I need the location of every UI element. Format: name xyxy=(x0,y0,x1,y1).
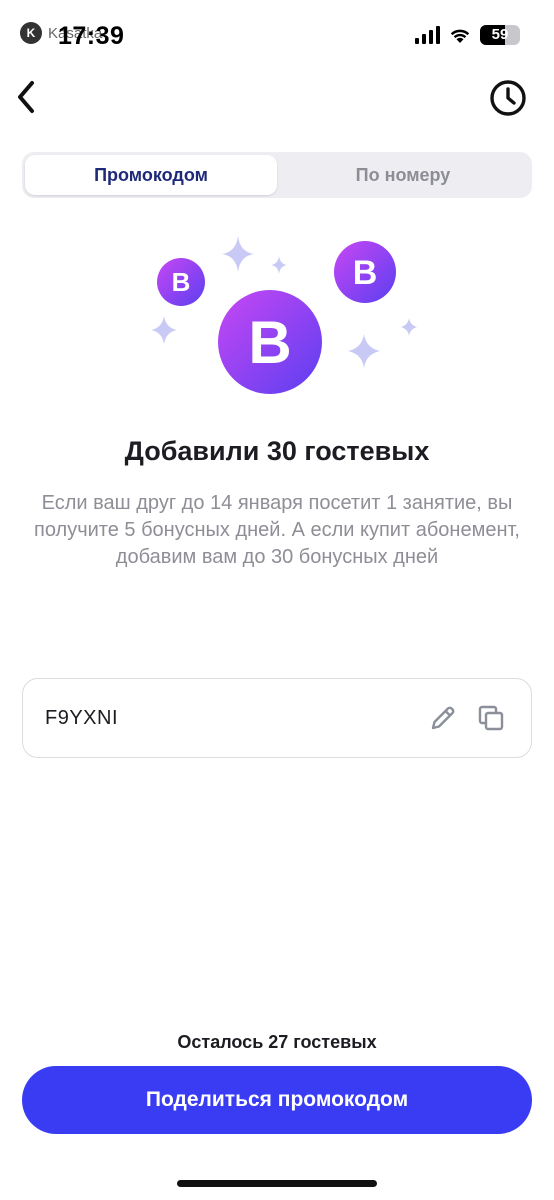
sparkle-icon xyxy=(401,318,417,336)
home-indicator[interactable] xyxy=(177,1180,377,1187)
bonus-coins-illustration: B B B xyxy=(151,236,417,394)
back-button[interactable] xyxy=(6,74,46,120)
promo-code-value[interactable]: F9YXNI xyxy=(45,707,413,730)
tab-promocode[interactable]: Промокодом xyxy=(25,155,277,195)
coin-letter: B xyxy=(172,267,191,297)
history-button[interactable] xyxy=(488,78,528,118)
cellular-signal-icon xyxy=(415,26,440,44)
chevron-left-icon xyxy=(18,81,34,113)
description: Если ваш друг до 14 января посетит 1 зан… xyxy=(34,492,520,568)
headline: Добавили 30 гостевых xyxy=(124,436,430,466)
remaining-guests-label: Осталось 27 гостевых xyxy=(177,1032,377,1052)
invite-mode-tabs: Промокодом По номеру xyxy=(22,152,532,198)
pencil-icon xyxy=(431,706,455,730)
wifi-icon xyxy=(450,29,470,43)
sparkle-icon xyxy=(151,316,177,344)
copy-promo-button[interactable] xyxy=(473,700,509,736)
coin-letter: B xyxy=(353,254,378,292)
share-promo-button[interactable]: Поделиться промокодом xyxy=(22,1066,532,1134)
clock-icon xyxy=(490,80,526,116)
promo-screen: K Kasatka 17:39 59 Промокодом По номеру … xyxy=(0,0,554,1200)
sparkle-icon xyxy=(271,256,287,274)
status-bar: K Kasatka 17:39 59 xyxy=(0,0,554,70)
battery-icon: 59 xyxy=(480,25,520,45)
sparkle-icon xyxy=(222,236,254,272)
status-icons: 59 xyxy=(415,25,520,45)
promo-code-field: F9YXNI xyxy=(22,678,532,758)
battery-level: 59 xyxy=(491,26,509,43)
app-badge-icon: K xyxy=(20,22,42,44)
edit-promo-button[interactable] xyxy=(425,700,461,736)
copy-icon xyxy=(478,705,504,731)
sparkle-icon xyxy=(348,334,380,368)
tab-phone-number[interactable]: По номеру xyxy=(277,155,529,195)
coin-letter: B xyxy=(248,309,291,376)
status-time: 17:39 xyxy=(58,22,125,50)
